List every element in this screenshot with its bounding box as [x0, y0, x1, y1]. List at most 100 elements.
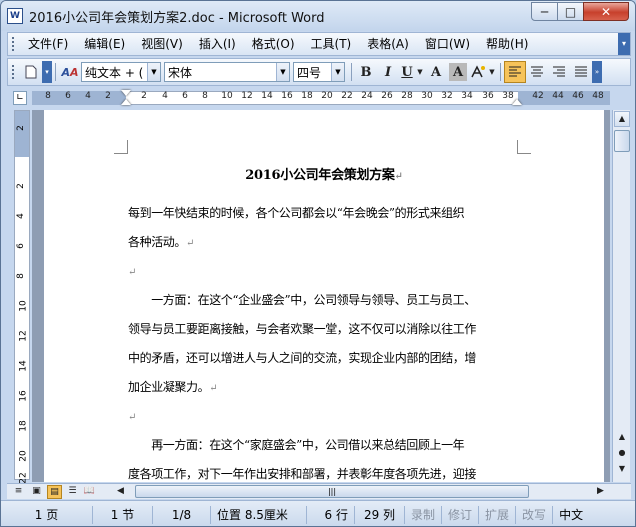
word-app-icon[interactable]: W — [7, 8, 23, 24]
styles-formatting-icon[interactable]: AA — [59, 61, 81, 83]
style-combo[interactable]: 纯文本 + (▼ — [81, 62, 161, 82]
paragraph-mark: ↵ — [186, 238, 194, 249]
toolbar-overflow-icon[interactable]: » — [592, 61, 602, 83]
char-shading-button[interactable]: A — [449, 63, 467, 81]
char-border-button[interactable]: A — [425, 61, 447, 83]
ruler-number: 10 — [221, 91, 233, 101]
ruler-number: 4 — [85, 91, 91, 101]
document-line[interactable]: 中的矛盾，还可以增进人与人之间的交流，实现企业内部的团结，增 — [128, 344, 526, 373]
menu-table[interactable]: 表格(A) — [359, 34, 417, 54]
ruler-number: 20 — [321, 91, 333, 101]
vertical-scrollbar[interactable]: ▲ ▲ ● ▼ — [612, 110, 630, 482]
reading-view-icon[interactable]: 📖 — [82, 485, 97, 499]
document-line[interactable]: 每到一年快结束的时候，各个公司都会以“年会晚会”的形式来组织 — [128, 199, 526, 228]
vertical-ruler-number: 22 — [18, 472, 29, 484]
document-line[interactable]: 一方面：在这个“企业盛会”中，公司领导与领导、员工与员工、 — [128, 286, 526, 315]
word-window: W 2016小公司年会策划方案2.doc - Microsoft Word ─ … — [0, 0, 636, 527]
horizontal-scroll-row: ≡ ▣ ▤ ☰ 📖 ◀ ||| ▶ — [7, 483, 631, 499]
toolbar-separator — [351, 63, 352, 81]
status-page: 1 页 — [1, 505, 93, 524]
ruler-number: 36 — [482, 91, 494, 101]
ruler-number: 24 — [361, 91, 373, 101]
menu-help[interactable]: 帮助(H) — [478, 34, 536, 54]
scroll-right-icon[interactable]: ▶ — [593, 485, 608, 499]
status-track-changes[interactable]: 修订 — [442, 505, 480, 524]
document-heading[interactable]: 2016小公司年会策划方案↵ — [44, 164, 604, 183]
menubar-grip[interactable] — [12, 37, 15, 51]
minimize-button[interactable]: ─ — [531, 2, 558, 21]
document-page[interactable]: 2016小公司年会策划方案↵ 每到一年快结束的时候，各个公司都会以“年会晚会”的… — [44, 110, 604, 482]
underline-options-icon[interactable]: ▼ — [415, 61, 425, 83]
menu-view[interactable]: 视图(V) — [133, 34, 191, 54]
justify-icon[interactable] — [570, 61, 592, 83]
toolbar-overflow-icon[interactable]: ▾ — [42, 61, 52, 83]
menu-bar: 文件(F) 编辑(E) 视图(V) 插入(I) 格式(O) 工具(T) 表格(A… — [7, 32, 631, 56]
web-view-icon[interactable]: ▣ — [29, 485, 44, 499]
scroll-left-icon[interactable]: ◀ — [113, 485, 128, 499]
toolbar-grip[interactable] — [12, 65, 15, 79]
menu-tools[interactable]: 工具(T) — [303, 34, 360, 54]
first-line-indent-marker[interactable] — [121, 90, 131, 96]
document-line-text: 再一方面：在这个“家庭盛会”中，公司借以来总结回顾上一年 — [128, 438, 465, 452]
tab-selector-icon[interactable]: ∟ — [13, 91, 27, 105]
page-corner-mark — [517, 140, 531, 154]
scroll-up-icon[interactable]: ▲ — [614, 111, 630, 127]
maximize-button[interactable]: □ — [557, 2, 584, 21]
ruler-number: 22 — [341, 91, 353, 101]
vertical-scroll-thumb[interactable] — [614, 130, 630, 152]
ruler-number: 2 — [141, 91, 147, 101]
vertical-ruler-number: 14 — [18, 360, 29, 372]
chevron-down-icon[interactable]: ▼ — [147, 63, 160, 81]
bold-button[interactable]: B — [355, 61, 377, 83]
font-combo[interactable]: 宋体 ▼ — [164, 62, 290, 82]
highlight-icon[interactable] — [469, 61, 487, 83]
document-line[interactable]: 各种活动。↵ — [128, 228, 526, 258]
menu-insert[interactable]: 插入(I) — [191, 34, 244, 54]
status-extend[interactable]: 扩展 — [479, 505, 517, 524]
document-line[interactable]: 再一方面：在这个“家庭盛会”中，公司借以来总结回顾上一年 — [128, 431, 526, 460]
italic-button[interactable]: I — [377, 61, 399, 83]
document-line[interactable]: ↵ — [128, 257, 526, 287]
vertical-ruler-number: 16 — [18, 390, 29, 402]
font-value: 宋体 — [168, 65, 193, 80]
document-line-text: 度各项工作，对下一年作出安排和部署，并表彰年度各项先进，迎接 — [128, 467, 477, 481]
menu-file[interactable]: 文件(F) — [20, 34, 76, 54]
document-line-text: 加企业凝聚力。 — [128, 380, 210, 394]
select-browse-object-icon[interactable]: ● — [614, 446, 630, 462]
chevron-down-icon[interactable]: ▼ — [331, 63, 344, 81]
underline-button[interactable]: U — [399, 61, 415, 83]
previous-page-icon[interactable]: ▲ — [614, 430, 630, 446]
font-size-combo[interactable]: 四号 ▼ — [293, 62, 345, 82]
highlight-options-icon[interactable]: ▼ — [487, 61, 497, 83]
ruler-number: 12 — [241, 91, 253, 101]
align-right-icon[interactable] — [548, 61, 570, 83]
align-left-icon[interactable] — [504, 61, 526, 83]
horizontal-scroll-thumb[interactable]: ||| — [135, 485, 529, 498]
hanging-indent-marker[interactable] — [121, 99, 131, 105]
status-record[interactable]: 录制 — [405, 505, 443, 524]
ruler-number: 18 — [301, 91, 313, 101]
menu-format[interactable]: 格式(O) — [244, 34, 303, 54]
window-title: 2016小公司年会策划方案2.doc - Microsoft Word — [29, 11, 325, 26]
menu-window[interactable]: 窗口(W) — [417, 34, 478, 54]
document-line[interactable]: 加企业凝聚力。↵ — [128, 373, 526, 403]
new-document-icon[interactable] — [20, 61, 42, 83]
status-overtype[interactable]: 改写 — [516, 505, 554, 524]
document-line[interactable]: ↵ — [128, 402, 526, 432]
align-center-icon[interactable] — [526, 61, 548, 83]
ruler-number: 6 — [65, 91, 71, 101]
chevron-down-icon[interactable]: ▼ — [276, 63, 289, 81]
close-button[interactable]: ✕ — [583, 2, 629, 21]
ruler-number: 14 — [261, 91, 273, 101]
document-line[interactable]: 度各项工作，对下一年作出安排和部署，并表彰年度各项先进，迎接 — [128, 460, 526, 482]
print-layout-view-icon[interactable]: ▤ — [47, 485, 62, 499]
next-page-icon[interactable]: ▼ — [614, 462, 630, 478]
normal-view-icon[interactable]: ≡ — [11, 485, 26, 499]
vertical-ruler-number: 8 — [15, 273, 26, 279]
menubar-options-icon[interactable]: ▾ — [618, 33, 630, 55]
outline-view-icon[interactable]: ☰ — [65, 485, 80, 499]
vertical-ruler-number: 18 — [18, 420, 29, 432]
document-line[interactable]: 领导与员工要距离接触，与会者欢聚一堂，这不仅可以消除以往工作 — [128, 315, 526, 344]
right-indent-marker[interactable] — [512, 99, 522, 105]
menu-edit[interactable]: 编辑(E) — [76, 34, 133, 54]
